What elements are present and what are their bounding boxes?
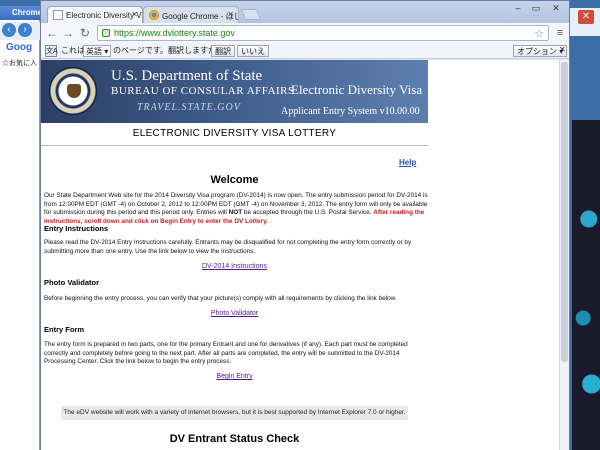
bureau-title: BUREAU OF CONSULAR AFFAIRS — [111, 85, 295, 97]
lock-icon — [102, 29, 110, 37]
browser-window: Electronic Diversity Visa L ✕ Google Chr… — [40, 0, 570, 450]
close-window-icon[interactable]: ✕ — [549, 3, 563, 15]
background-back-icon[interactable]: ‹ — [2, 23, 16, 37]
edv-title: Electronic Diversity Visa — [291, 82, 423, 97]
entry-form-heading: Entry Form — [44, 325, 85, 334]
tab-close-icon[interactable]: ✕ — [131, 10, 138, 19]
background-google-text: Goog — [6, 42, 33, 53]
url-text: https://www.dvlottery.state.gov — [114, 28, 235, 38]
help-link[interactable]: Help — [399, 158, 416, 167]
background-favorites-label[interactable]: ☆お気に入 — [2, 58, 37, 68]
translate-button[interactable]: 翻訳 — [211, 45, 235, 57]
header-banner: U.S. Department of State BUREAU OF CONSU… — [41, 60, 428, 123]
reload-icon[interactable]: ↻ — [77, 25, 93, 41]
maximize-icon[interactable]: ▭ — [529, 3, 543, 15]
translate-bar: 文A これは 英語 ▾ のページです。翻訳しますか？ 翻訳 いいえ オプション … — [41, 43, 569, 59]
forward-icon[interactable]: → — [60, 25, 76, 41]
back-icon[interactable]: ← — [44, 25, 60, 41]
chrome-menu-icon[interactable]: ≡ — [553, 25, 567, 41]
dept-title: U.S. Department of State — [111, 68, 263, 84]
tab-close-icon[interactable]: ✕ — [227, 10, 234, 19]
translate-language-select[interactable]: 英語 ▾ — [83, 45, 112, 57]
translate-no-button[interactable]: いいえ — [237, 45, 269, 57]
browser-toolbar: ← → ↻ https://www.dvlottery.state.gov ☆ … — [41, 23, 569, 43]
tab-diversity-visa[interactable]: Electronic Diversity Visa L ✕ — [47, 6, 143, 23]
desktop-wallpaper-tree — [572, 120, 600, 450]
browser-support-notice: The eDV website will work with a variety… — [61, 406, 408, 420]
translate-icon: 文A — [45, 45, 58, 57]
photo-validator-text: Before beginning the entry process, you … — [44, 295, 397, 302]
minimize-icon[interactable]: – — [511, 3, 525, 15]
bookmark-star-icon[interactable]: ☆ — [534, 27, 544, 40]
state-department-seal-icon — [49, 67, 97, 115]
page-scrollbar[interactable] — [559, 60, 569, 450]
page-viewport: U.S. Department of State BUREAU OF CONSU… — [41, 60, 559, 450]
travel-site-text: TRAVEL.STATE.GOV — [137, 102, 241, 113]
background-window-title: Chrome — [0, 6, 40, 20]
background-forward-icon[interactable]: › — [18, 23, 32, 37]
system-version: Applicant Entry System v10.00.00 — [281, 106, 420, 117]
background-nav-bar: ‹ › — [0, 22, 40, 40]
background-close-icon[interactable]: ✕ — [578, 10, 594, 24]
translate-prefix: これは — [61, 46, 85, 55]
photo-validator-heading: Photo Validator — [44, 278, 100, 287]
tab-strip: Electronic Diversity Visa L ✕ Google Chr… — [41, 1, 569, 23]
instructions-link[interactable]: DV-2014 Instructions — [41, 263, 428, 270]
page-title: ELECTRONIC DIVERSITY VISA LOTTERY — [132, 128, 337, 139]
page-favicon-icon — [53, 10, 63, 20]
status-check-heading: DV Entrant Status Check — [169, 433, 300, 445]
entry-form-text: The entry form is prepared in two parts,… — [44, 341, 408, 365]
chrome-favicon-icon — [149, 10, 159, 20]
translate-close-icon[interactable]: ✕ — [559, 45, 566, 54]
divider — [41, 145, 428, 146]
entry-instructions-text: Please read the DV-2014 Entry Instructio… — [44, 239, 412, 255]
new-tab-button[interactable] — [240, 9, 262, 20]
scrollbar-thumb[interactable] — [561, 62, 568, 362]
photo-validator-link[interactable]: Photo Validator — [41, 310, 428, 317]
intro-paragraph: Our State Department Web site for the 20… — [44, 192, 428, 225]
begin-entry-link[interactable]: Begin Entry — [41, 373, 428, 380]
address-bar[interactable]: https://www.dvlottery.state.gov ☆ — [97, 25, 549, 41]
welcome-heading: Welcome — [210, 174, 259, 186]
background-window — [0, 6, 40, 450]
translate-question: のページです。翻訳しますか？ — [113, 46, 225, 55]
entry-instructions-heading: Entry Instructions — [44, 224, 109, 233]
tab-google-chrome[interactable]: Google Chrome - はじめに(F ✕ — [143, 6, 239, 23]
